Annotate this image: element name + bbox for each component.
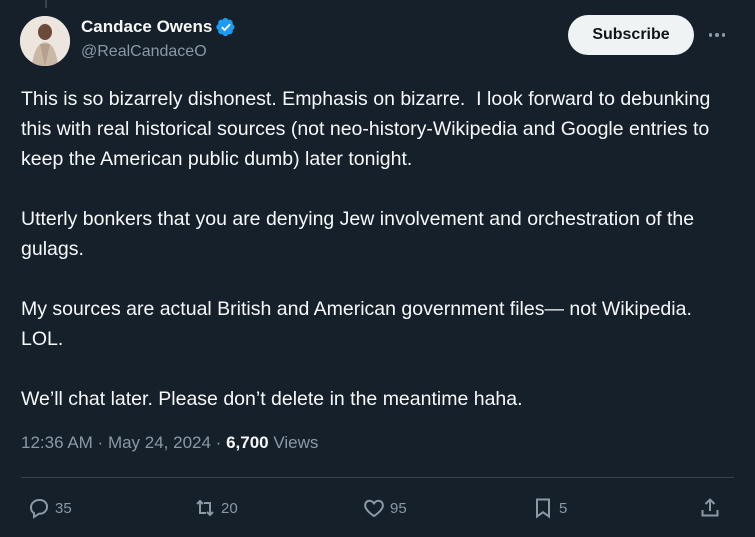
divider (21, 477, 734, 478)
tweet-paragraph: This is so bizarrely dishonest. Emphasis… (21, 88, 716, 170)
reply-icon (29, 499, 49, 519)
bookmark-button[interactable]: 5 (531, 490, 567, 526)
tweet-date[interactable]: May 24, 2024 (108, 433, 211, 453)
subscribe-button[interactable]: Subscribe (568, 15, 694, 55)
views-count[interactable]: 6,700 (226, 433, 269, 453)
repost-button[interactable]: 20 (193, 490, 238, 526)
tweet-text: This is so bizarrely dishonest. Emphasis… (21, 84, 736, 414)
thread-connector-line (45, 0, 47, 8)
tweet-paragraph: Utterly bonkers that you are denying Jew… (21, 208, 700, 260)
repost-count: 20 (221, 499, 238, 517)
views-label[interactable]: Views (269, 433, 318, 453)
repost-icon (196, 499, 214, 517)
share-icon (701, 498, 719, 517)
tweet-paragraph: My sources are actual British and Americ… (21, 298, 703, 350)
author-display-name[interactable]: Candace Owens (81, 17, 212, 37)
bookmark-count: 5 (559, 499, 568, 517)
author-handle[interactable]: @RealCandaceO (81, 43, 207, 61)
like-icon (364, 499, 384, 518)
avatar-image (20, 16, 70, 66)
tweet-time[interactable]: 12:36 AM (21, 433, 93, 453)
tweet-paragraph: We’ll chat later. Please don’t delete in… (21, 388, 523, 410)
action-bar: 35 20 95 5 (0, 490, 755, 526)
like-button[interactable]: 95 (362, 490, 407, 526)
verified-badge-icon (216, 17, 235, 37)
more-icon[interactable] (705, 25, 729, 45)
share-button[interactable] (698, 490, 722, 526)
meta-separator: · (92, 433, 108, 452)
bookmark-icon (536, 498, 550, 519)
author-name-row[interactable]: Candace Owens (81, 17, 236, 37)
reply-count: 35 (55, 499, 72, 517)
like-count: 95 (390, 499, 407, 517)
reply-button[interactable]: 35 (27, 490, 72, 526)
avatar[interactable] (20, 16, 70, 66)
tweet-meta: 12:36 AM · May 24, 2024 · 6,700 Views (21, 433, 318, 453)
meta-separator: · (210, 433, 227, 452)
